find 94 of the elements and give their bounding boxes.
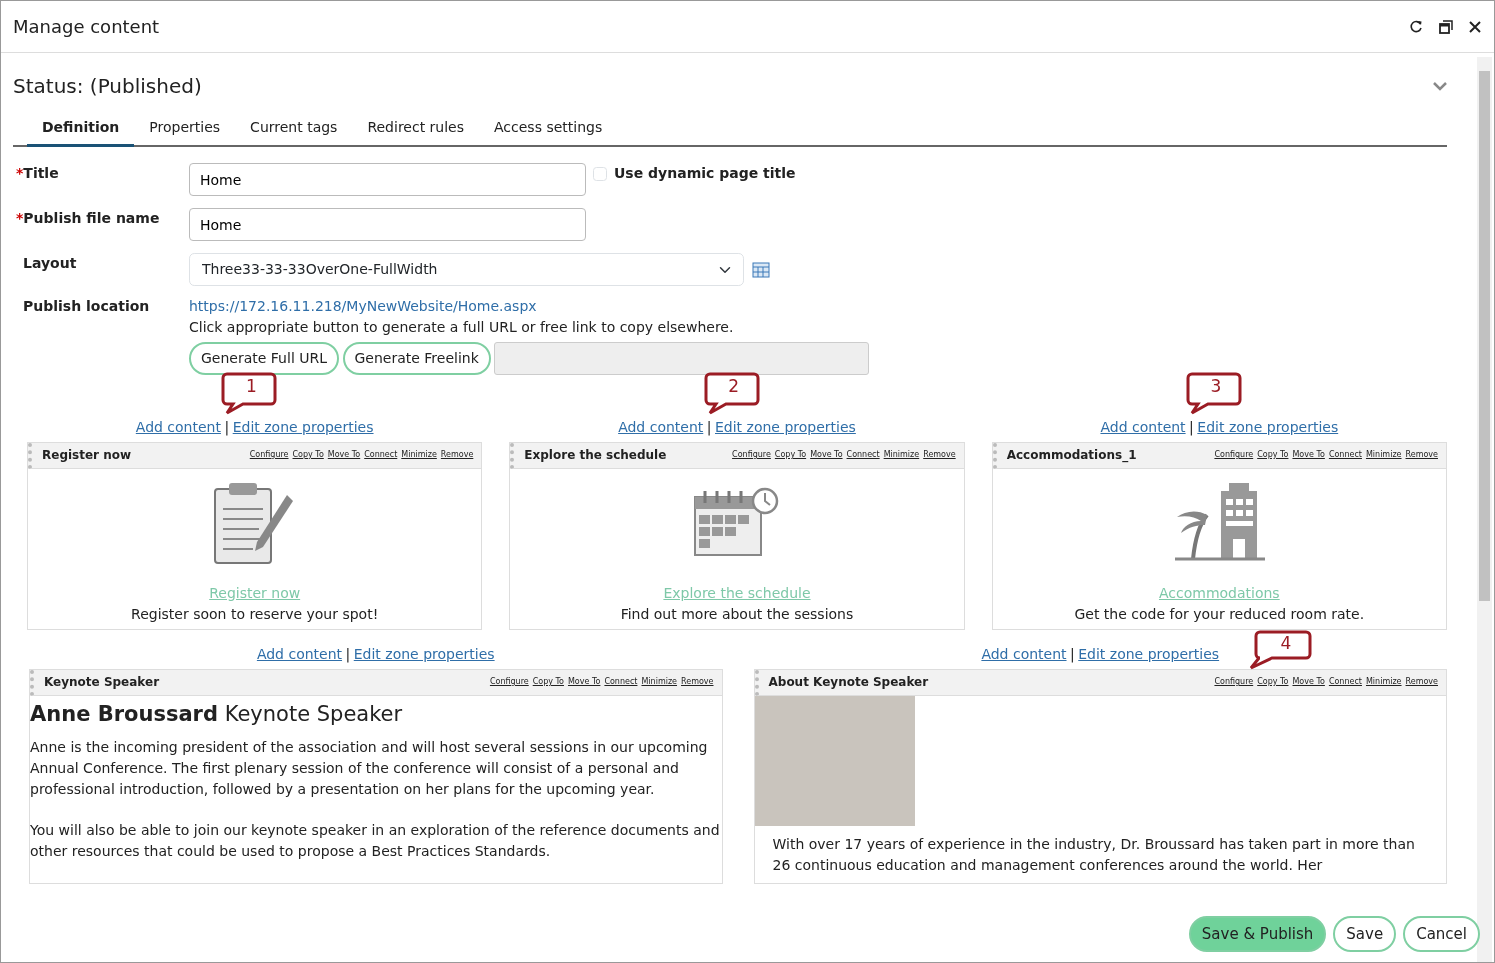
chevron-down-icon[interactable] [1433, 81, 1447, 91]
webpart-action-link[interactable]: Move To [1292, 449, 1325, 461]
webpart-action-link[interactable]: Configure [489, 676, 529, 688]
edit-zone-link[interactable]: Edit zone properties [353, 645, 495, 662]
webpart-description: Find out more about the sessions [620, 604, 854, 624]
webpart-title: Register now [42, 447, 133, 464]
field-label: Title [23, 165, 59, 181]
webpart-action-link[interactable]: Configure [732, 449, 771, 461]
webpart-action-link[interactable]: Remove [681, 676, 714, 688]
input-field[interactable]: Home [189, 208, 586, 241]
webpart-action-link[interactable]: Move To [567, 676, 601, 688]
webpart-action-link[interactable]: Copy To [292, 449, 324, 461]
tab[interactable]: Properties [134, 111, 236, 147]
webpart-action-link[interactable]: Move To [810, 449, 843, 461]
webpart-action-link[interactable]: Minimize [1365, 449, 1402, 461]
tab[interactable]: Redirect rules [352, 111, 479, 147]
close-icon[interactable] [1468, 19, 1482, 34]
webpart-action-link[interactable]: Connect [1328, 449, 1362, 461]
layout-select[interactable]: Three33-33-33OverOne-FullWidth [189, 253, 744, 286]
generate-button[interactable]: Generate Freelink [342, 341, 491, 375]
webpart-action-link[interactable]: Remove [440, 449, 474, 461]
webpart-action-link[interactable]: Remove [1405, 676, 1438, 688]
webpart-action-link[interactable]: Copy To [532, 676, 564, 688]
checkbox[interactable] [593, 166, 607, 181]
webpart-action-link[interactable]: Connect [604, 676, 638, 688]
callout-number: 4 [1279, 631, 1293, 655]
webpart-action-link[interactable]: Connect [364, 449, 398, 461]
restore-window-icon[interactable] [1438, 18, 1454, 35]
webpart-title: Keynote Speaker [44, 674, 161, 691]
bio-paragraph: With over 17 years of experience in the industry, Dr. Broussard has taken part in more than 26 continuous education and management conferences around the world. Her [772, 834, 1416, 875]
edit-zone-link[interactable]: Edit zone properties [1197, 418, 1339, 435]
generate-button[interactable]: Generate Full URL [189, 341, 339, 375]
required-asterisk: * [16, 165, 24, 181]
tab[interactable]: Definition [27, 111, 135, 147]
add-content-link[interactable]: Add content [981, 645, 1067, 662]
webpart-action-link[interactable]: Copy To [1257, 676, 1289, 688]
refresh-icon[interactable] [1408, 18, 1424, 35]
footer-button[interactable]: Cancel [1403, 915, 1480, 952]
link-separator: | [224, 418, 230, 435]
webpart-title: Explore the schedule [524, 447, 668, 464]
webpart-action-link[interactable]: Minimize [641, 676, 678, 688]
add-content-link[interactable]: Add content [618, 418, 704, 435]
add-content-link[interactable]: Add content [135, 418, 221, 435]
webpart-action-link[interactable]: Minimize [401, 449, 437, 461]
edit-zone-link[interactable]: Edit zone properties [715, 418, 856, 435]
tab[interactable]: Access settings [479, 111, 618, 147]
link-separator: | [1070, 645, 1075, 662]
webpart-title: Accommodations_1 [1006, 447, 1138, 464]
edit-zone-link[interactable]: Edit zone properties [232, 418, 374, 435]
input-field[interactable]: Home [189, 163, 586, 196]
link-separator: | [1189, 418, 1194, 435]
callout-bubble [1248, 629, 1312, 670]
webpart-action-link[interactable]: Remove [923, 449, 956, 461]
webpart-action-link[interactable]: Connect [1328, 676, 1362, 688]
callout-number: 1 [244, 374, 258, 398]
webpart-title: About Keynote Speaker [768, 674, 930, 691]
url-field[interactable] [494, 341, 870, 375]
article-heading: Anne Broussard Keynote Speaker [30, 701, 404, 727]
footer-button[interactable]: Save [1333, 915, 1397, 952]
webpart-action-link[interactable]: Configure [249, 449, 289, 461]
url-link[interactable]: https://172.16.11.218/MyNewWebsite/Home.aspx [189, 296, 870, 317]
webpart-action-link[interactable]: Copy To [1257, 449, 1289, 461]
scrollbar[interactable] [1477, 57, 1492, 962]
webpart-action-link[interactable]: Remove [1405, 449, 1438, 461]
edit-zone-link[interactable]: Edit zone properties [1078, 645, 1220, 662]
article-paragraph: You will also be able to join our keynote speaker in an exploration of the reference documents and other resources that could be used to propose a Best Practices Standards. [30, 820, 721, 861]
help-text: Click appropriate button to generate a full URL or free link to copy elsewhere. [189, 318, 735, 337]
link-separator: | [706, 418, 712, 435]
webpart-action-link[interactable]: Minimize [883, 449, 920, 461]
add-content-link[interactable]: Add content [256, 645, 343, 662]
required-asterisk: * [16, 210, 24, 226]
webpart-description: Register soon to reserve your spot! [131, 604, 379, 624]
layout-grid-icon[interactable] [752, 261, 770, 279]
article-paragraph: Anne is the incoming president of the association and will host several sessions in our upcoming Annual Conference. The first plenary session of the conference will consist of a personal and professional introduction, followed by a presentation on her plans for the upcoming year. [30, 737, 709, 799]
webpart-action-link[interactable]: Configure [1214, 449, 1254, 461]
field-label: Publish file name [23, 210, 160, 226]
status-heading: Status: (Published) [13, 73, 203, 100]
save-publish-button[interactable]: Save & Publish [1188, 915, 1327, 952]
webpart-action-link[interactable]: Minimize [1365, 676, 1402, 688]
webpart-action-link[interactable]: Connect [846, 449, 880, 461]
webpart-action-link[interactable]: Move To [327, 449, 361, 461]
webpart-action-link[interactable]: Configure [1214, 676, 1254, 688]
add-content-link[interactable]: Add content [1100, 418, 1186, 435]
field-label: Layout [23, 255, 77, 271]
window-title: Manage content [13, 15, 161, 39]
callout-number: 3 [1209, 374, 1223, 398]
field-label: Publish location [23, 298, 150, 314]
webpart-description: Get the code for your reduced room rate. [1074, 604, 1365, 624]
tab[interactable]: Current tags [235, 111, 353, 147]
callout-number: 2 [727, 374, 741, 398]
webpart-action-link[interactable]: Copy To [774, 449, 807, 461]
checkbox-label: Use dynamic page title [614, 164, 796, 183]
link-separator: | [345, 645, 351, 662]
webpart-action-link[interactable]: Move To [1292, 676, 1325, 688]
